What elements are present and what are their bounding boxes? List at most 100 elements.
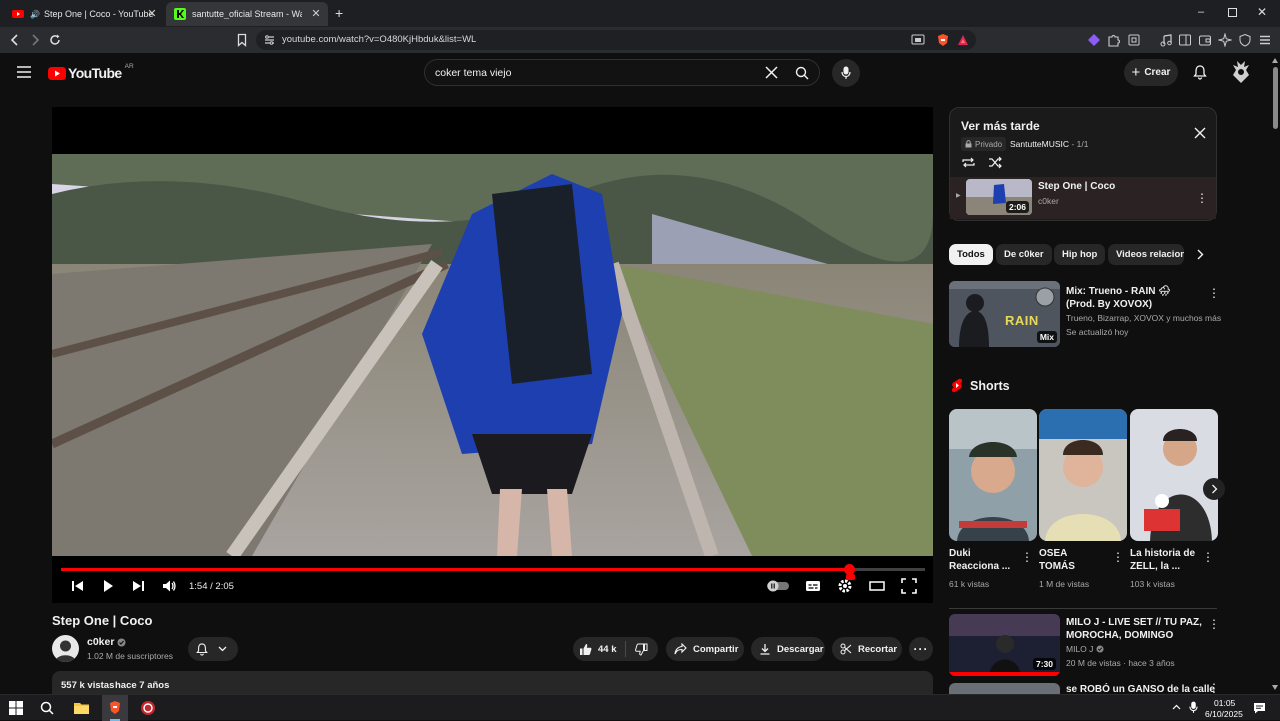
rec-title[interactable]: MILO J - LIVE SET // TU PAZ, MOROCHA, DO…: [1066, 616, 1202, 642]
search-input[interactable]: coker tema viejo: [435, 67, 511, 79]
file-explorer-icon[interactable]: [74, 701, 89, 714]
app-icon[interactable]: [140, 700, 156, 716]
forward-icon[interactable]: [28, 33, 42, 47]
settings-gear-icon[interactable]: [837, 574, 855, 594]
leo-ai-icon[interactable]: [1218, 33, 1232, 47]
autoplay-toggle[interactable]: [766, 578, 790, 594]
subtitles-button[interactable]: [805, 578, 821, 594]
close-tab-icon[interactable]: ✕: [146, 8, 158, 20]
create-button[interactable]: + Crear: [1124, 59, 1178, 86]
bookmark-icon[interactable]: [235, 33, 249, 47]
media-icon[interactable]: [1159, 33, 1173, 47]
channel-avatar[interactable]: [52, 635, 79, 662]
guide-menu-icon[interactable]: [17, 66, 31, 78]
notifications-bell-icon[interactable]: [1193, 65, 1207, 80]
close-tab-icon[interactable]: ✕: [310, 8, 322, 20]
start-button-icon[interactable]: [9, 701, 23, 715]
scroll-down-arrow[interactable]: [1272, 685, 1278, 690]
item-menu-icon[interactable]: ⋮: [1196, 191, 1208, 205]
chips-next-icon[interactable]: [1196, 249, 1204, 260]
owner-name[interactable]: SantutteMUSIC: [1010, 139, 1069, 149]
play-button[interactable]: [100, 578, 116, 594]
clip-button[interactable]: Recortar: [832, 637, 902, 661]
mix-thumbnail[interactable]: RAIN Mix: [949, 281, 1060, 347]
menu-icon[interactable]: [1258, 33, 1272, 47]
channel-name[interactable]: c0ker: [87, 636, 114, 648]
chip-from-channel[interactable]: De c0ker: [996, 244, 1052, 265]
close-window-icon[interactable]: ✕: [1257, 5, 1267, 19]
clear-search-icon[interactable]: [765, 66, 778, 79]
voice-search-button[interactable]: [832, 59, 860, 87]
dislike-button[interactable]: [626, 643, 648, 656]
playlist-item[interactable]: ▶ 2:06 Step One | Coco c0ker ⋮: [950, 177, 1216, 219]
youtube-logo[interactable]: YouTube AR: [48, 63, 134, 81]
theater-mode-button[interactable]: [869, 578, 885, 594]
microphone-tray-icon[interactable]: [1189, 701, 1198, 714]
next-button[interactable]: [130, 578, 146, 594]
short-thumbnail-3[interactable]: [1130, 409, 1218, 541]
reload-icon[interactable]: [48, 33, 62, 47]
subscription-bell-button[interactable]: [188, 637, 238, 661]
minimize-icon[interactable]: –: [1198, 6, 1204, 18]
recommendation-mix[interactable]: RAIN Mix Mix: Trueno - RAIN 🌧 (Prod. By …: [949, 281, 1221, 349]
short-menu-icon[interactable]: ⋮: [1021, 550, 1033, 564]
chip-all[interactable]: Todos: [949, 244, 993, 265]
vpn-icon[interactable]: [1238, 33, 1252, 47]
scroll-up-arrow[interactable]: [1272, 58, 1278, 63]
video-frame[interactable]: [52, 154, 933, 556]
taskbar-date[interactable]: 6/10/2025: [1205, 709, 1243, 719]
short-title-2[interactable]: OSEA TOMÁS: [1039, 547, 1091, 573]
rec-menu-icon[interactable]: ⋮: [1208, 286, 1220, 300]
channel-name-row[interactable]: c0ker: [87, 636, 126, 648]
taskbar-time[interactable]: 01:05: [1214, 698, 1235, 708]
account-avatar[interactable]: [1231, 61, 1251, 83]
maximize-icon[interactable]: [1228, 8, 1237, 17]
short-title-1[interactable]: Duki Reacciona ...: [949, 547, 1011, 573]
playlist-item-thumbnail[interactable]: 2:06: [966, 179, 1032, 215]
page-scrollbar[interactable]: [1271, 55, 1280, 694]
rec-channel-name[interactable]: MILO J: [1066, 643, 1093, 655]
cast-icon[interactable]: [911, 34, 925, 48]
previous-button[interactable]: [70, 578, 86, 594]
recommendation-milo[interactable]: 7:30 MILO J - LIVE SET // TU PAZ, MOROCH…: [949, 614, 1220, 680]
shuffle-icon[interactable]: [988, 156, 1003, 169]
brave-rewards-icon[interactable]: [956, 33, 970, 47]
chip-hip-hop[interactable]: Hip hop: [1054, 244, 1106, 265]
playlist-item-title[interactable]: Step One | Coco: [1038, 180, 1115, 193]
tab-youtube[interactable]: 🔊 Step One | Coco - YouTube ✕: [4, 2, 164, 26]
screenshot-icon[interactable]: [1127, 33, 1141, 47]
short-menu-icon[interactable]: ⋮: [1112, 550, 1124, 564]
loop-icon[interactable]: [961, 156, 976, 169]
download-button[interactable]: Descargar: [751, 637, 825, 661]
sidebar-icon[interactable]: [1178, 33, 1192, 47]
rec-menu-icon[interactable]: ⋮: [1208, 683, 1217, 694]
like-button[interactable]: 44 k: [573, 641, 626, 657]
tray-chevron-up-icon[interactable]: [1172, 704, 1181, 710]
short-thumbnail-1[interactable]: [949, 409, 1037, 541]
rec-thumbnail[interactable]: 7:30: [949, 614, 1060, 676]
wallet-icon[interactable]: [1198, 33, 1212, 47]
url-field[interactable]: youtube.com/watch?v=O480KjHbduk&list=WL: [256, 30, 976, 50]
search-icon[interactable]: [795, 66, 809, 80]
rec-thumbnail[interactable]: [949, 683, 1060, 694]
taskbar-search-icon[interactable]: [40, 701, 54, 715]
tab-kick[interactable]: santutte_oficial Stream - Watch ✕: [166, 2, 328, 26]
volume-button[interactable]: [161, 578, 177, 594]
video-player[interactable]: 1:54 / 2:05: [52, 107, 933, 603]
rec-title[interactable]: Mix: Trueno - RAIN 🌧 (Prod. By XOVOX): [1066, 285, 1202, 311]
progress-bar[interactable]: [61, 564, 925, 575]
recommendation-ganso[interactable]: se ROBÓ un GANSO de la calle v ⋮: [949, 683, 1217, 694]
playlist-title[interactable]: Ver más tarde: [961, 119, 1040, 133]
shorts-next-button[interactable]: [1203, 478, 1225, 500]
chip-related[interactable]: Videos relacion: [1108, 244, 1184, 265]
notifications-icon[interactable]: [1253, 702, 1266, 714]
rec-menu-icon[interactable]: ⋮: [1208, 617, 1220, 631]
scrollbar-thumb[interactable]: [1273, 67, 1278, 129]
short-menu-icon[interactable]: ⋮: [1202, 550, 1214, 564]
more-actions-button[interactable]: ···: [909, 637, 933, 661]
short-thumbnail-2[interactable]: [1039, 409, 1127, 541]
short-title-3[interactable]: La historia de ZELL, la ...: [1130, 547, 1198, 573]
extension-icon[interactable]: [1087, 33, 1101, 47]
close-playlist-icon[interactable]: [1194, 127, 1206, 139]
share-button[interactable]: Compartir: [666, 637, 744, 661]
